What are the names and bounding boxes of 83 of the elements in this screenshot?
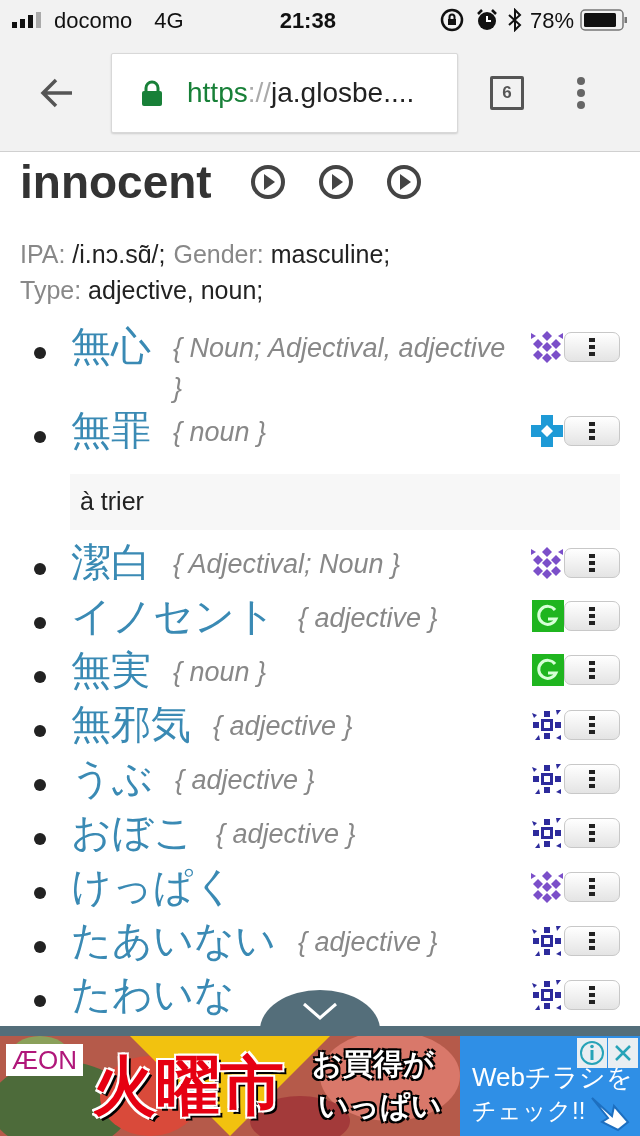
bullet-icon xyxy=(34,833,46,845)
headword: innocent xyxy=(20,155,212,210)
section-heading: à trier xyxy=(70,474,620,530)
menu-icon[interactable] xyxy=(576,75,586,110)
play-icon[interactable] xyxy=(249,164,286,200)
info-icon[interactable] xyxy=(577,1038,607,1068)
grammar-tag: { noun } xyxy=(173,412,267,452)
translation-link[interactable]: おぼこ xyxy=(71,810,194,854)
url-text: https://ja.glosbe.... xyxy=(187,75,415,110)
more-button[interactable] xyxy=(564,548,620,578)
close-icon[interactable] xyxy=(608,1038,638,1068)
more-button[interactable] xyxy=(564,601,620,631)
more-button[interactable] xyxy=(564,710,620,740)
translation-link[interactable]: 無実 xyxy=(71,648,151,692)
more-icon xyxy=(589,338,595,356)
more-button[interactable] xyxy=(564,980,620,1010)
carrier-label: docomo xyxy=(54,6,133,35)
bluetooth-icon xyxy=(507,8,522,32)
network-label: 4G xyxy=(154,6,184,35)
more-button[interactable] xyxy=(564,764,620,794)
ad-slogan: いっぱい xyxy=(318,1088,442,1124)
brand-logo: ÆON xyxy=(6,1044,83,1076)
battery-icon xyxy=(580,9,628,31)
bullet-icon xyxy=(34,941,46,953)
ad-cta: Webチラシを xyxy=(472,1062,633,1092)
ad-cta: チェック!! xyxy=(472,1096,586,1126)
translation-link[interactable]: たわいな xyxy=(71,972,235,1016)
play-icon[interactable] xyxy=(385,164,422,200)
translation-link[interactable]: 潔白 xyxy=(71,540,151,584)
more-icon xyxy=(589,770,595,788)
bullet-icon xyxy=(34,995,46,1007)
back-icon[interactable] xyxy=(40,77,74,108)
more-button[interactable] xyxy=(564,416,620,446)
grammar-tag: { adjective } xyxy=(175,760,315,800)
more-button[interactable] xyxy=(564,872,620,902)
more-icon xyxy=(589,661,595,679)
more-icon xyxy=(589,878,595,896)
more-icon xyxy=(589,932,595,950)
more-button[interactable] xyxy=(564,332,620,362)
rotation-lock-icon xyxy=(439,8,464,32)
info-item: Type: adjective, noun; xyxy=(20,275,264,306)
info-item: Gender: masculine; xyxy=(173,239,391,270)
battery-label: 78% xyxy=(529,6,574,35)
alarm-icon xyxy=(475,9,498,31)
translation-link[interactable]: けっぱく xyxy=(71,864,235,908)
more-icon xyxy=(589,716,595,734)
ad-slogan: お買得が xyxy=(312,1046,434,1082)
grammar-tag: { Noun; Adjectival, adjective } xyxy=(173,328,511,408)
more-icon xyxy=(589,607,595,625)
tab-count-button[interactable]: 6 xyxy=(490,75,524,110)
translation-link[interactable]: うぶ xyxy=(71,756,153,800)
more-icon xyxy=(589,554,595,572)
grammar-tag: { adjective } xyxy=(216,814,356,854)
grammar-tag: { adjective } xyxy=(213,706,353,746)
grammar-tag: { adjective } xyxy=(298,922,438,962)
bullet-icon xyxy=(34,887,46,899)
grammar-tag: { noun } xyxy=(173,652,267,692)
lock-icon xyxy=(142,79,162,106)
more-icon xyxy=(589,986,595,1004)
bullet-icon xyxy=(34,671,46,683)
bullet-icon xyxy=(34,617,46,629)
more-button[interactable] xyxy=(564,655,620,685)
translation-link[interactable]: たあいない xyxy=(71,918,276,962)
play-icon[interactable] xyxy=(317,164,354,200)
bullet-icon xyxy=(34,563,46,575)
info-item: IPA: /i.nɔ.sɑ̃/; xyxy=(20,239,166,270)
more-icon xyxy=(589,824,595,842)
translation-link[interactable]: 無罪 xyxy=(71,408,151,452)
translation-link[interactable]: 無心 xyxy=(71,324,151,368)
grammar-tag: { Adjectival; Noun } xyxy=(173,544,401,584)
address-bar[interactable]: https://ja.glosbe.... xyxy=(111,52,458,133)
more-button[interactable] xyxy=(564,926,620,956)
translation-link[interactable]: 無邪気 xyxy=(71,702,191,746)
signal-icon xyxy=(12,12,44,28)
clock: 21:38 xyxy=(279,6,336,35)
translation-link[interactable]: イノセント xyxy=(71,594,276,638)
bullet-icon xyxy=(34,725,46,737)
bullet-icon xyxy=(34,431,46,443)
bullet-icon xyxy=(34,347,46,359)
more-button[interactable] xyxy=(564,818,620,848)
more-icon xyxy=(589,422,595,440)
bullet-icon xyxy=(34,779,46,791)
grammar-tag: { adjective } xyxy=(298,598,438,638)
